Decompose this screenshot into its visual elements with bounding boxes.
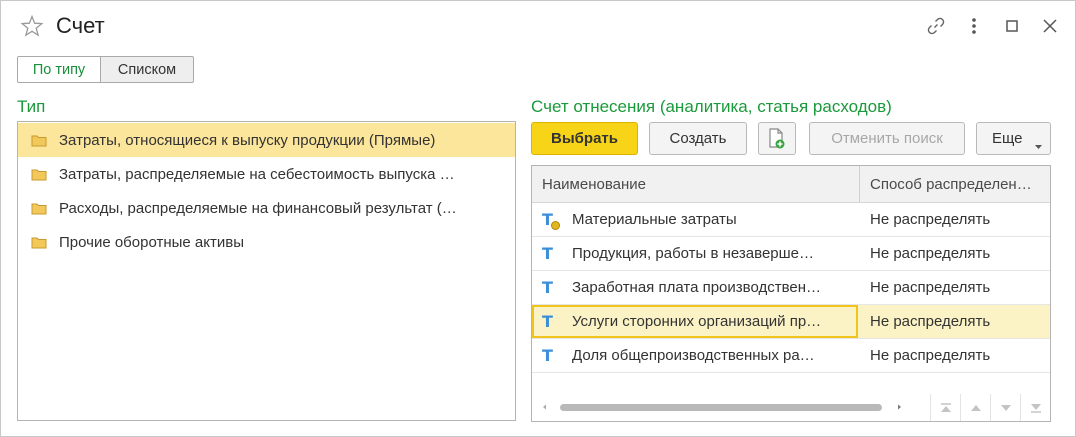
folder-icon — [31, 168, 47, 181]
table-row[interactable]: T Продукция, работы в незаверше… Не расп… — [532, 237, 1050, 271]
add-document-icon — [769, 127, 785, 148]
scroll-thumb — [560, 404, 882, 411]
table-row[interactable]: T Услуги сторонних организаций пр… Не ра… — [532, 305, 1050, 339]
tree-item-label: Затраты, распределяемые на себестоимость… — [59, 165, 455, 183]
select-button[interactable]: Выбрать — [531, 122, 638, 155]
tree-item-label: Прочие оборотные активы — [59, 233, 244, 251]
account-table: Наименование Способ распределен… T Матер… — [531, 165, 1051, 422]
row-method: Не распределять — [870, 245, 991, 262]
more-vertical-icon[interactable] — [963, 15, 985, 37]
window-title: Счет — [56, 13, 105, 38]
name-cell: T Доля общепроизводственных ра… — [532, 339, 858, 372]
favorite-star-icon[interactable] — [20, 14, 44, 38]
folder-icon — [31, 236, 47, 249]
type-icon-marked: T — [542, 210, 560, 230]
view-list-button[interactable]: Списком — [100, 56, 194, 83]
close-icon[interactable] — [1039, 15, 1061, 37]
name-cell: T Заработная плата производствен… — [532, 271, 858, 304]
view-by-type-button[interactable]: По типу — [17, 56, 101, 83]
row-name: Доля общепроизводственных ра… — [572, 347, 815, 364]
maximize-icon[interactable] — [1001, 15, 1023, 37]
create-button[interactable]: Создать — [649, 122, 747, 155]
more-menu-button[interactable]: Еще — [976, 122, 1051, 155]
scroll-left-icon — [543, 404, 546, 410]
next-row-icon[interactable] — [990, 394, 1020, 421]
tree-item[interactable]: Затраты, относящиеся к выпуску продукции… — [18, 123, 515, 157]
horizontal-scrollbar[interactable] — [532, 394, 932, 421]
tree-item[interactable]: Расходы, распределяемые на финансовый ре… — [18, 191, 515, 225]
chevron-down-icon — [1035, 137, 1042, 154]
previous-row-icon[interactable] — [960, 394, 990, 421]
row-name: Материальные затраты — [572, 211, 737, 228]
row-method: Не распределять — [870, 279, 991, 296]
type-icon: T — [542, 244, 553, 263]
last-row-icon[interactable] — [1020, 394, 1050, 421]
table-row[interactable]: T Доля общепроизводственных ра… Не распр… — [532, 339, 1050, 373]
row-method: Не распределять — [870, 313, 991, 330]
name-cell: T Продукция, работы в незаверше… — [532, 237, 858, 270]
table-header: Наименование Способ распределен… — [532, 166, 1050, 203]
type-icon: T — [542, 346, 553, 365]
column-header-name[interactable]: Наименование — [542, 166, 852, 202]
row-method: Не распределять — [870, 347, 991, 364]
title-bar: Счет — [1, 1, 1075, 53]
scroll-right-icon — [898, 404, 901, 410]
tree-item[interactable]: Прочие оборотные активы — [18, 225, 515, 259]
type-icon: T — [542, 278, 553, 297]
table-row[interactable]: T Заработная плата производствен… Не рас… — [532, 271, 1050, 305]
link-icon[interactable] — [925, 15, 947, 37]
account-section-label: Счет отнесения (аналитика, статья расход… — [531, 97, 892, 116]
type-icon: T — [542, 312, 553, 331]
row-method: Не распределять — [870, 211, 991, 228]
copy-add-button[interactable] — [758, 122, 796, 155]
row-navigation — [930, 394, 1050, 421]
first-row-icon[interactable] — [930, 394, 960, 421]
cancel-search-button[interactable]: Отменить поиск — [809, 122, 965, 155]
name-cell: T Услуги сторонних организаций пр… — [532, 305, 858, 338]
folder-icon — [31, 202, 47, 215]
name-cell: T Материальные затраты — [532, 203, 858, 236]
type-tree: Затраты, относящиеся к выпуску продукции… — [17, 121, 516, 421]
folder-icon — [31, 134, 47, 147]
column-divider[interactable] — [859, 166, 860, 202]
tree-item[interactable]: Затраты, распределяемые на себестоимость… — [18, 157, 515, 191]
table-row[interactable]: T Материальные затраты Не распределять — [532, 203, 1050, 237]
row-name: Услуги сторонних организаций пр… — [572, 313, 822, 330]
more-label: Еще — [992, 130, 1023, 147]
type-section-label: Тип — [17, 97, 46, 116]
row-name: Продукция, работы в незаверше… — [572, 245, 814, 262]
row-name: Заработная плата производствен… — [572, 279, 822, 296]
tree-item-label: Затраты, относящиеся к выпуску продукции… — [59, 131, 436, 149]
tree-item-label: Расходы, распределяемые на финансовый ре… — [59, 199, 457, 217]
window: Счет По типу Списком Тип Счет отнесения … — [0, 0, 1076, 437]
column-header-method[interactable]: Способ распределен… — [870, 166, 1050, 202]
